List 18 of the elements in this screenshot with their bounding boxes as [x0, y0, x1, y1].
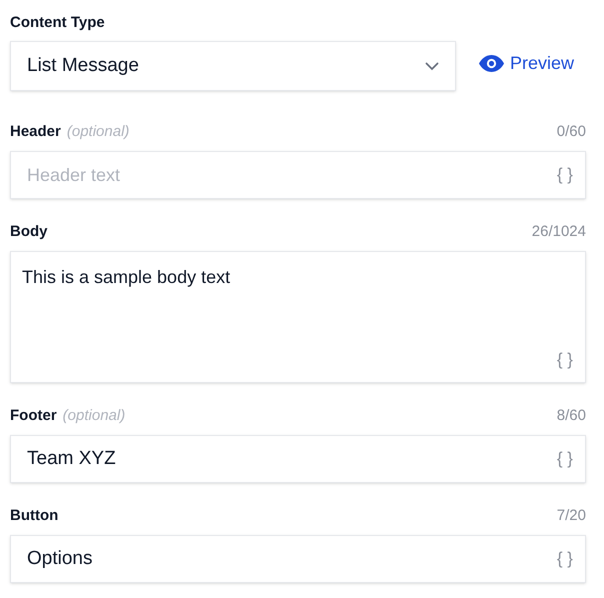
character-count: 8/60	[556, 406, 586, 426]
character-count: 26/1024	[532, 222, 586, 242]
field-label: Header	[10, 122, 61, 142]
field-label: Body	[10, 222, 48, 242]
field-label: Footer	[10, 406, 57, 426]
optional-hint: (optional)	[66, 122, 130, 142]
character-count: 0/60	[556, 122, 586, 142]
body-textarea[interactable]: This is a sample body text { }	[10, 251, 586, 383]
field-label: Button	[10, 506, 58, 526]
character-count: 7/20	[556, 506, 586, 526]
content-type-dropdown[interactable]: List Message	[10, 41, 456, 91]
field-label: Content Type	[10, 13, 106, 33]
chevron-down-icon	[425, 62, 439, 70]
eye-icon	[479, 54, 504, 72]
optional-hint: (optional)	[62, 406, 126, 426]
preview-link[interactable]: Preview	[479, 50, 574, 76]
input-field[interactable]: Team XYZ { }	[10, 435, 586, 483]
input-field[interactable]: Options { }	[10, 535, 586, 583]
